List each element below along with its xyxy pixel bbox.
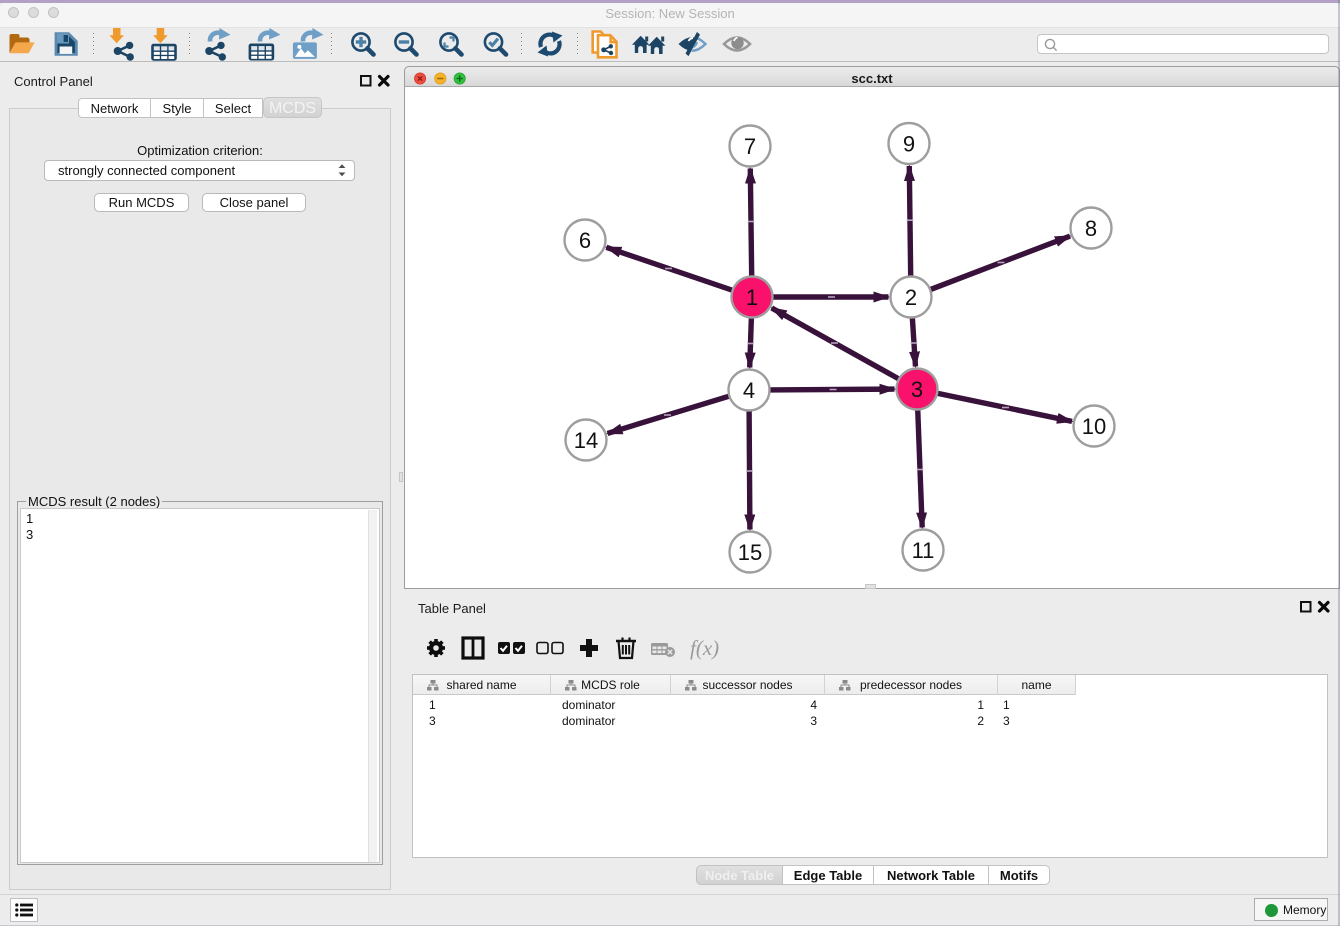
svg-text:f(x): f(x) [690, 636, 719, 660]
svg-text:1: 1 [746, 285, 758, 310]
svg-text:14: 14 [574, 428, 598, 453]
svg-text:8: 8 [1085, 216, 1097, 241]
svg-text:9: 9 [903, 132, 915, 157]
svg-text:15: 15 [738, 540, 762, 565]
svg-text:3: 3 [911, 377, 923, 402]
svg-text:6: 6 [579, 228, 591, 253]
svg-text:7: 7 [744, 134, 756, 159]
svg-text:11: 11 [912, 538, 935, 563]
svg-text:2: 2 [905, 285, 917, 310]
svg-text:4: 4 [743, 378, 755, 403]
svg-text:10: 10 [1082, 414, 1106, 439]
